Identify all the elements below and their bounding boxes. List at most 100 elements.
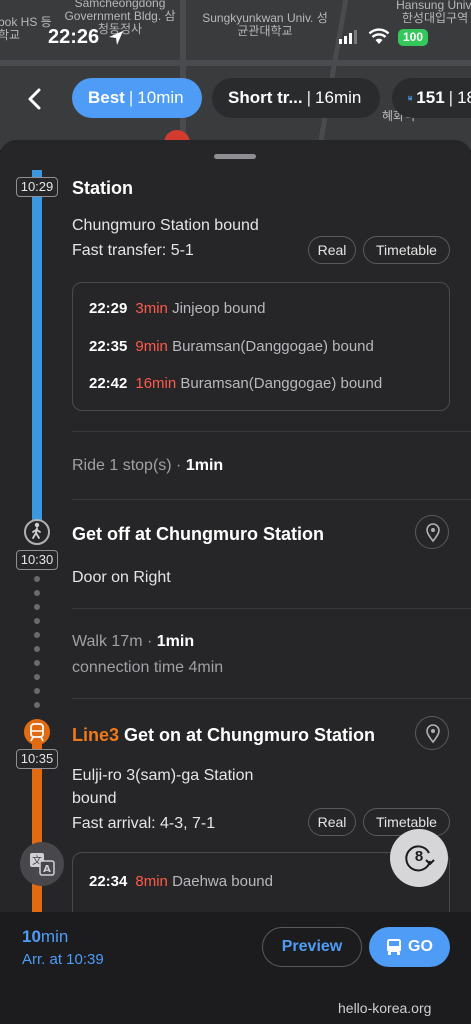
timeline-walk-dot [34,702,40,708]
tab-short-time: 16min [315,88,362,107]
cellular-signal-icon [339,30,357,44]
translate-button[interactable]: 文 A [20,842,64,886]
bound-direction: Eulji-ro 3(sam)-ga Station [72,767,254,784]
eta-value: 10 [22,927,41,946]
arrival-destination: Buramsan(Danggogae) bound [180,375,383,392]
arrival-time: 22:34 [89,873,128,890]
tab-bus[interactable]: 151 | 18 [392,78,471,118]
get-off-title: Get off at Chungmuro Station [72,524,324,544]
arrival-destination: Jinjeop bound [172,300,266,317]
timeline-walk-dot [34,646,40,652]
tab-best-time: 10min [137,88,184,107]
timeline-walk-dot [34,590,40,596]
map-road [0,60,471,66]
ride-summary[interactable]: Ride 1 stop(s) · 1min [72,457,223,475]
divider [72,608,471,609]
walk-distance: Walk 17m · [72,633,157,650]
go-button[interactable]: GO [369,927,450,967]
tab-separator: | [306,88,312,107]
status-bar: 22:26 100 [0,22,471,54]
arrival-wait: 9min [135,338,168,355]
tab-bus-extra: 18 [457,88,471,107]
location-arrow-icon [109,31,123,45]
timeline-walk-dot [34,660,40,666]
station-location-button[interactable] [415,515,449,549]
walk-node [24,519,50,545]
get-on-title: Line3 Get on at Chungmuro Station [72,725,375,746]
ride-stops: Ride 1 stop(s) · [72,457,186,474]
arrival-row: 22:29 3min Jinjeop bound [89,300,265,317]
timeline-walk-dot [34,674,40,680]
svg-text:A: A [43,864,51,875]
battery-indicator: 100 [398,29,428,46]
real-button[interactable]: Real [308,808,356,836]
tab-separator: | [448,88,454,107]
bus-icon [408,95,412,101]
arrival-time: 22:42 [89,375,128,392]
refresh-button[interactable]: 8 [390,829,448,887]
timeline-walk-dot [34,632,40,638]
sheet-drag-handle[interactable] [214,154,256,159]
timeline-walk-dot [34,576,40,582]
translate-icon: 文 A [30,853,55,876]
tab-best[interactable]: Best | 10min [72,78,202,118]
real-button[interactable]: Real [308,236,356,264]
arrival-row: 22:35 9min Buramsan(Danggogae) bound [89,338,374,355]
eta-duration: 10min [22,927,68,947]
arrival-destination: Buramsan(Danggogae) bound [172,338,374,355]
timeline-time-badge: 10:29 [16,177,58,197]
route-tabs: Best | 10min Short tr... | 16min 151 | 1… [0,78,471,118]
arrival-row: 22:34 8min Daehwa bound [89,873,273,890]
subway-node [24,719,50,745]
eta-unit: min [40,927,69,946]
wifi-icon [368,28,390,44]
get-on-station: Get on at Chungmuro Station [119,725,375,745]
walk-time: 1min [156,633,195,650]
divider [72,499,471,500]
tab-best-label: Best [88,88,125,107]
station-title: Station [72,178,133,198]
divider [72,698,471,699]
route-detail-sheet[interactable]: 10:29 Station Chungmuro Station bound Fa… [0,140,471,912]
timeline-walk-dot [34,604,40,610]
tab-short-label: Short tr... [228,88,303,107]
timetable-button[interactable]: Timetable [363,236,450,264]
location-pin-icon [426,724,440,744]
timeline-walk-dot [34,618,40,624]
timeline-walk-dot [34,688,40,694]
arrival-wait: 8min [135,873,168,890]
bound-direction: Chungmuro Station bound [72,217,259,234]
walking-person-icon [32,522,41,539]
arrival-wait: 3min [135,300,168,317]
bound-direction-cont: bound [72,790,117,807]
timeline-time-badge: 10:30 [16,550,58,570]
ride-time: 1min [185,457,224,474]
eta-arrival: Arr. at 10:39 [22,951,104,968]
arrivals-panel: 22:29 3min Jinjeop bound 22:35 9min Burams… [72,282,450,411]
divider [72,431,471,432]
walk-summary: Walk 17m · 1min [72,633,194,651]
tab-bus-label: 151 [416,88,445,107]
arrival-time: 22:35 [89,338,128,355]
preview-button[interactable]: Preview [262,927,362,967]
tab-separator: | [128,88,134,107]
tab-short-transfer[interactable]: Short tr... | 16min [212,78,380,118]
status-time: 22:26 [48,26,100,48]
connection-time: connection time 4min [72,659,224,676]
arrival-row: 22:42 16min Buramsan(Danggogae) bound [89,375,382,392]
timeline-time-badge: 10:35 [16,749,58,769]
door-side-info: Door on Right [72,569,171,586]
arrival-wait: 16min [135,375,177,392]
station-location-button[interactable] [415,716,449,750]
go-label: GO [408,938,433,955]
bottom-bar: 10min Arr. at 10:39 Preview GO hello-kor… [0,912,471,1024]
arrival-destination: Daehwa bound [172,873,273,890]
back-arrow-icon[interactable] [20,84,50,114]
line3-label: Line3 [72,725,120,745]
bus-icon [387,939,402,955]
fast-arrival-info: Fast arrival: 4-3, 7-1 [72,815,216,832]
refresh-countdown: 8 [414,848,424,865]
location-pin-icon [426,523,440,543]
subway-train-icon [30,723,44,742]
arrival-time: 22:29 [89,300,128,317]
